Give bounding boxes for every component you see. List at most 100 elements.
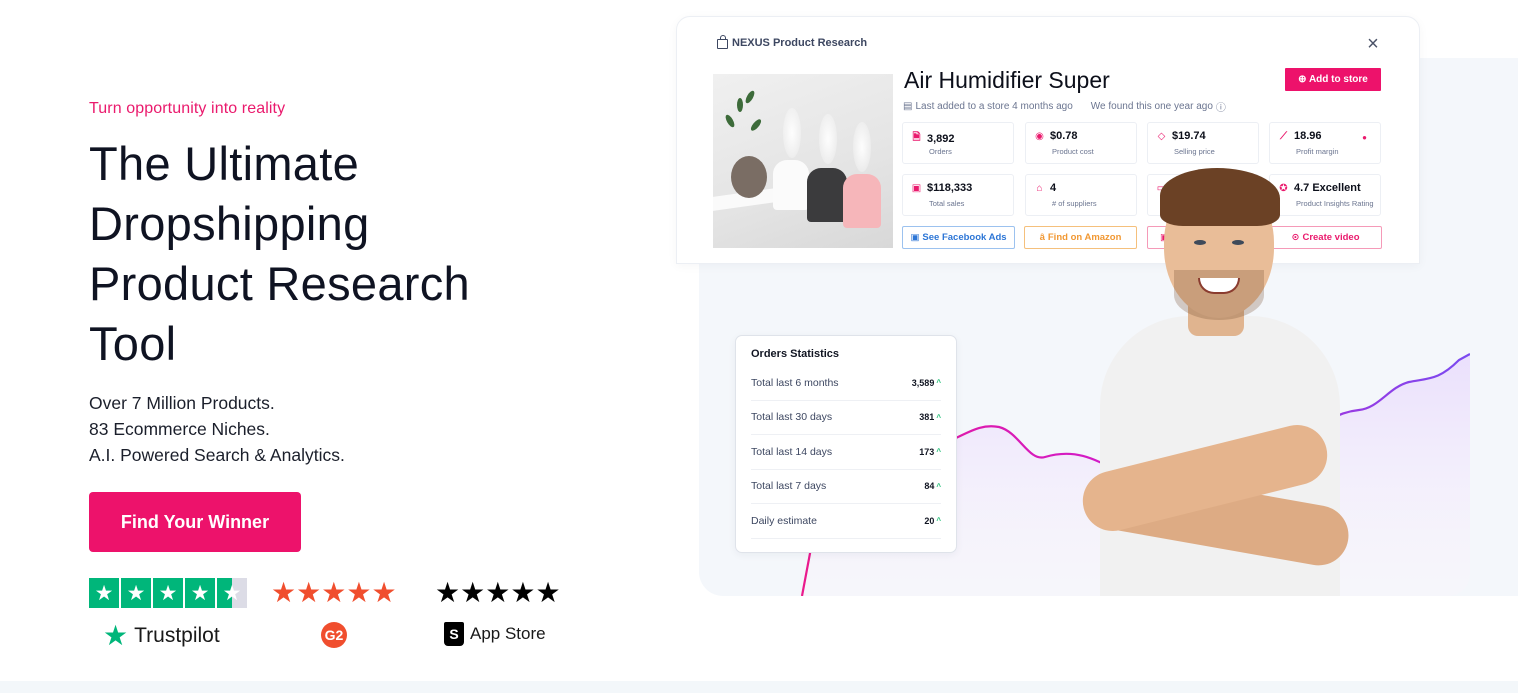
last-added-text: Last added to a store 4 months ago [915,101,1073,112]
metric-profit-margin: ⟋ 18.96 Profit margin ● [1269,122,1381,164]
star-icon: ★ [296,577,321,608]
stat-row: Total last 30 days 381 ^ [751,401,941,435]
star-icon: ★ [460,577,485,608]
metric-value: $0.78 [1050,130,1078,142]
footer-band [0,681,1518,693]
product-image [713,74,893,248]
orders-statistics-title: Orders Statistics [751,348,840,360]
shopping-bag-icon [717,35,728,49]
leaf-shape [749,117,763,133]
found-meta: We found this one year ago ⓘ [1091,99,1226,114]
g2-logo-icon: G2 [321,622,347,648]
star-icon: ★ [535,577,560,608]
trend-up-icon: ^ [936,447,941,457]
stat-label: Total last 6 months [751,376,839,389]
headline-line: The Ultimate [89,137,360,190]
leaf-shape [737,98,743,112]
star-icon: ★ [89,578,119,608]
close-icon: × [1367,33,1379,55]
last-added-meta: ▤ Last added to a store 4 months ago [903,99,1073,114]
app-store-logo: S App Store [444,622,546,646]
star-icon: ★ [121,578,151,608]
trustpilot-star-icon: ★ [103,620,129,651]
product-title: Air Humidifier Super [904,67,1110,93]
facebook-icon: ▣ [910,232,920,243]
star-icon: ★ [271,577,296,608]
metric-value: 4 [1050,182,1057,194]
star-icon: ★ [346,577,371,608]
hero-eyebrow: Turn opportunity into reality [89,100,286,117]
star-icon: ★ [185,578,215,608]
stat-row: Daily estimate 20 ^ [751,504,941,539]
trustpilot-logo: ★ Trustpilot [103,622,220,650]
stat-row: Total last 7 days 84 ^ [751,470,941,504]
trend-up-icon: ^ [936,481,941,491]
feature-item: 83 Ecommerce Niches. [89,419,270,439]
metric-value: 18.96 [1294,130,1322,142]
app-store-rating[interactable]: ★ ★ ★ ★ ★ S App Store [435,577,561,646]
find-your-winner-button[interactable]: Find Your Winner [89,492,301,552]
eye-shape [1194,240,1206,245]
feature-list: Over 7 Million Products. 83 Ecommerce Ni… [89,390,345,468]
flame-icon: ● [1362,133,1367,142]
card-header-title: NEXUS Product Research [732,36,868,49]
add-to-store-button[interactable]: ⊕ Add to store [1285,68,1381,91]
stat-value: 173 [919,446,935,457]
shopping-bag-icon: ▣ [911,182,922,194]
close-button[interactable]: × [1363,34,1383,54]
star-icon: ★ [485,577,510,608]
chart-line-icon: ⟋ [1280,130,1287,142]
coin-icon: ◉ [1035,130,1044,142]
g2-rating[interactable]: ★ ★ ★ ★ ★ G2 [271,577,397,648]
ratings-section: ★ ★ ★ ★ ★ ★ Trustpilot ★ ★ ★ ★ ★ G2 ★ ★ … [89,578,569,658]
stat-value: 20 [924,515,935,526]
stat-label: Daily estimate [751,514,817,527]
eye-shape [1232,240,1244,245]
stat-value: 84 [924,481,935,492]
star-icon: ★ [321,577,346,608]
calendar-icon: ▤ [903,101,913,112]
add-to-store-label: Add to store [1308,74,1368,85]
metric-value: $19.74 [1172,130,1206,142]
person-photo [1060,168,1360,596]
metric-value: 3,892 [927,132,955,145]
feature-item: A.I. Powered Search & Analytics. [89,445,345,465]
stat-label: Total last 30 days [751,411,833,424]
humidifier-pink [843,174,881,228]
humidifier-white [773,160,809,210]
metric-label: Selling price [1174,147,1215,156]
amazon-icon: ȃ [1039,232,1045,243]
stat-value: 3,589 [911,377,935,388]
headline-line: Product Research [89,257,470,310]
trend-up-icon: ^ [936,516,941,526]
see-facebook-ads-button[interactable]: ▣ See Facebook Ads [902,226,1015,249]
product-meta: ▤ Last added to a store 4 months ago We … [903,99,1226,114]
trustpilot-rating[interactable]: ★ ★ ★ ★ ★ ★ Trustpilot [89,578,247,650]
metric-selling-price: ◇ $19.74 Selling price [1147,122,1259,164]
leaf-shape [743,89,757,105]
stat-row: Total last 6 months 3,589 ^ [751,366,941,401]
metric-total-sales: ▣ $118,333 Total sales [902,174,1014,216]
trend-up-icon: ^ [936,412,941,422]
stat-label: Total last 14 days [751,445,833,458]
action-label: See Facebook Ads [922,232,1007,243]
trustpilot-stars: ★ ★ ★ ★ ★ [89,578,247,608]
info-icon[interactable]: ⓘ [1216,99,1226,114]
metric-label: Product cost [1052,147,1094,156]
star-icon: ★ [435,577,460,608]
mist-shape [853,122,871,172]
half-star-icon: ★ [217,578,247,608]
hair-shape [1160,168,1280,226]
metric-product-cost: ◉ $0.78 Product cost [1025,122,1137,164]
humidifier-black [807,168,847,222]
trend-up-icon: ^ [936,378,941,388]
feature-item: Over 7 Million Products. [89,393,275,413]
headline-line: Dropshipping [89,197,370,250]
house-icon: ⌂ [1036,182,1043,194]
trustpilot-label: Trustpilot [134,624,220,647]
shopify-bag-icon: S [444,622,464,646]
document-icon: 🗎 [912,132,921,143]
card-header: NEXUS Product Research [717,35,868,49]
plus-circle-icon: ⊕ [1298,74,1307,85]
metric-orders: 🗎 3,892 Orders [902,122,1014,164]
